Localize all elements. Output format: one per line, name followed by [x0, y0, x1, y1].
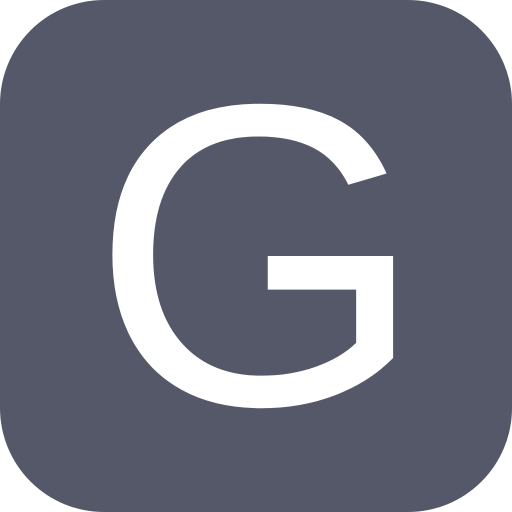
app-icon[interactable]: G [0, 0, 512, 512]
app-icon-letter: G [90, 16, 426, 496]
